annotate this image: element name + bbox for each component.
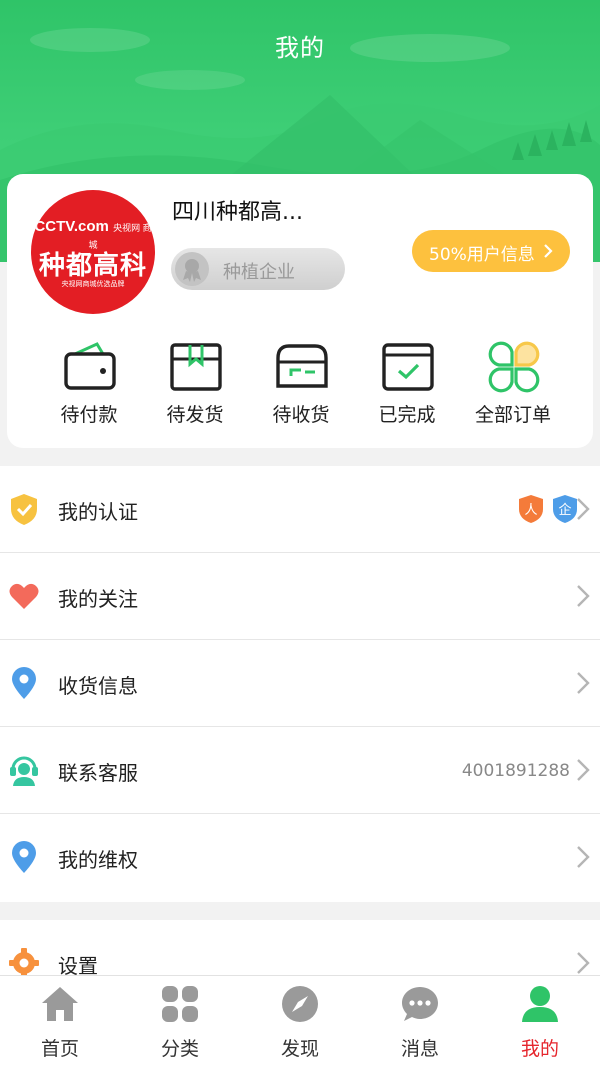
tab-messages[interactable]: 消息 — [360, 976, 480, 1067]
menu-item-label: 我的认证 — [58, 500, 138, 524]
company-name: 四川种都高... — [172, 200, 303, 225]
tab-label: 首页 — [40, 1038, 79, 1060]
chevron-right-icon — [577, 585, 590, 607]
order-label: 全部订单 — [474, 404, 551, 426]
chevron-right-icon — [577, 846, 590, 868]
check-box-icon — [382, 343, 434, 391]
user-info-button[interactable]: 50%用户信息 — [412, 230, 570, 272]
home-icon — [42, 987, 78, 1021]
page-title: 我的 — [275, 34, 325, 62]
truck-card-icon — [276, 344, 328, 388]
menu-item-label: 收货信息 — [58, 674, 138, 698]
menu-item-shipping-info[interactable]: 收货信息 — [0, 640, 600, 727]
role-tag-label: 种植企业 — [223, 262, 295, 283]
user-info-label: 50%用户信息 — [429, 245, 535, 265]
person-icon — [522, 986, 558, 1022]
order-label: 待付款 — [60, 404, 118, 426]
order-all[interactable]: 全部订单 — [463, 334, 563, 434]
wallet-icon — [64, 342, 116, 390]
order-label: 待收货 — [272, 404, 330, 426]
gear-icon — [9, 948, 39, 975]
order-pending-shipment[interactable]: 待发货 — [145, 334, 245, 434]
tab-category[interactable]: 分类 — [120, 976, 240, 1067]
service-phone[interactable]: 4001891288 — [462, 761, 570, 781]
box-icon — [170, 343, 222, 391]
menu-item-label: 我的关注 — [58, 587, 138, 611]
menu-item-follow[interactable]: 我的关注 — [0, 553, 600, 640]
chevron-right-icon — [577, 498, 590, 520]
company-logo[interactable]: CCTV.com 央视网 商城 种都高科 央视网商城优选品牌 — [31, 190, 155, 314]
tab-label: 分类 — [160, 1038, 199, 1060]
shield-check-icon — [11, 494, 37, 525]
medal-icon — [175, 252, 209, 286]
profile-card: CCTV.com 央视网 商城 种都高科 央视网商城优选品牌 四川种都高... … — [7, 174, 593, 448]
compass-icon — [282, 986, 318, 1022]
menu-item-label: 设置 — [58, 954, 98, 975]
menu-list-settings: 设置 — [0, 920, 600, 975]
order-label: 待发货 — [166, 404, 224, 426]
order-pending-receipt[interactable]: 待收货 — [251, 334, 351, 434]
tab-label: 发现 — [280, 1038, 319, 1060]
badge-enterprise: 企 — [552, 494, 578, 524]
headset-icon — [10, 756, 38, 786]
tab-home[interactable]: 首页 — [0, 976, 120, 1067]
menu-item-certification[interactable]: 我的认证 人 企 — [0, 466, 600, 553]
menu-item-rights[interactable]: 我的维权 — [0, 814, 600, 901]
order-label: 已完成 — [378, 404, 436, 426]
menu-item-label: 我的维权 — [58, 848, 138, 872]
bottom-tab-bar: 首页 分类 发现 消息 我的 — [0, 975, 600, 1067]
menu-list: 我的认证 人 企 我的关注 收货信息 联系客服 4001891288 我的维权 — [0, 466, 600, 902]
badge-personal: 人 — [518, 494, 544, 524]
order-completed[interactable]: 已完成 — [357, 334, 457, 434]
heart-icon — [9, 583, 39, 609]
clover-icon — [488, 341, 540, 393]
grid-icon — [162, 986, 198, 1022]
chevron-right-icon — [577, 759, 590, 781]
location-pin-icon — [12, 841, 36, 873]
chat-icon — [402, 987, 438, 1021]
chevron-right-icon — [544, 244, 553, 258]
tab-discover[interactable]: 发现 — [240, 976, 360, 1067]
chevron-right-icon — [577, 952, 590, 974]
logo-name: 种都高科 — [38, 251, 147, 281]
location-pin-icon — [12, 667, 36, 699]
order-pending-payment[interactable]: 待付款 — [39, 334, 139, 434]
menu-item-label: 联系客服 — [58, 761, 138, 785]
menu-item-customer-service[interactable]: 联系客服 4001891288 — [0, 727, 600, 814]
tab-label: 我的 — [520, 1038, 559, 1060]
menu-item-settings[interactable]: 设置 — [0, 920, 600, 975]
tab-mine[interactable]: 我的 — [480, 976, 600, 1067]
role-tag: 种植企业 — [171, 248, 345, 290]
logo-sub: 央视网商城优选品牌 — [61, 280, 125, 288]
tab-label: 消息 — [400, 1038, 439, 1060]
chevron-right-icon — [577, 672, 590, 694]
screen: 我的 CCTV.com 央视网 商城 种都高科 央视网商城优选品牌 四川种都高.… — [0, 0, 600, 1067]
